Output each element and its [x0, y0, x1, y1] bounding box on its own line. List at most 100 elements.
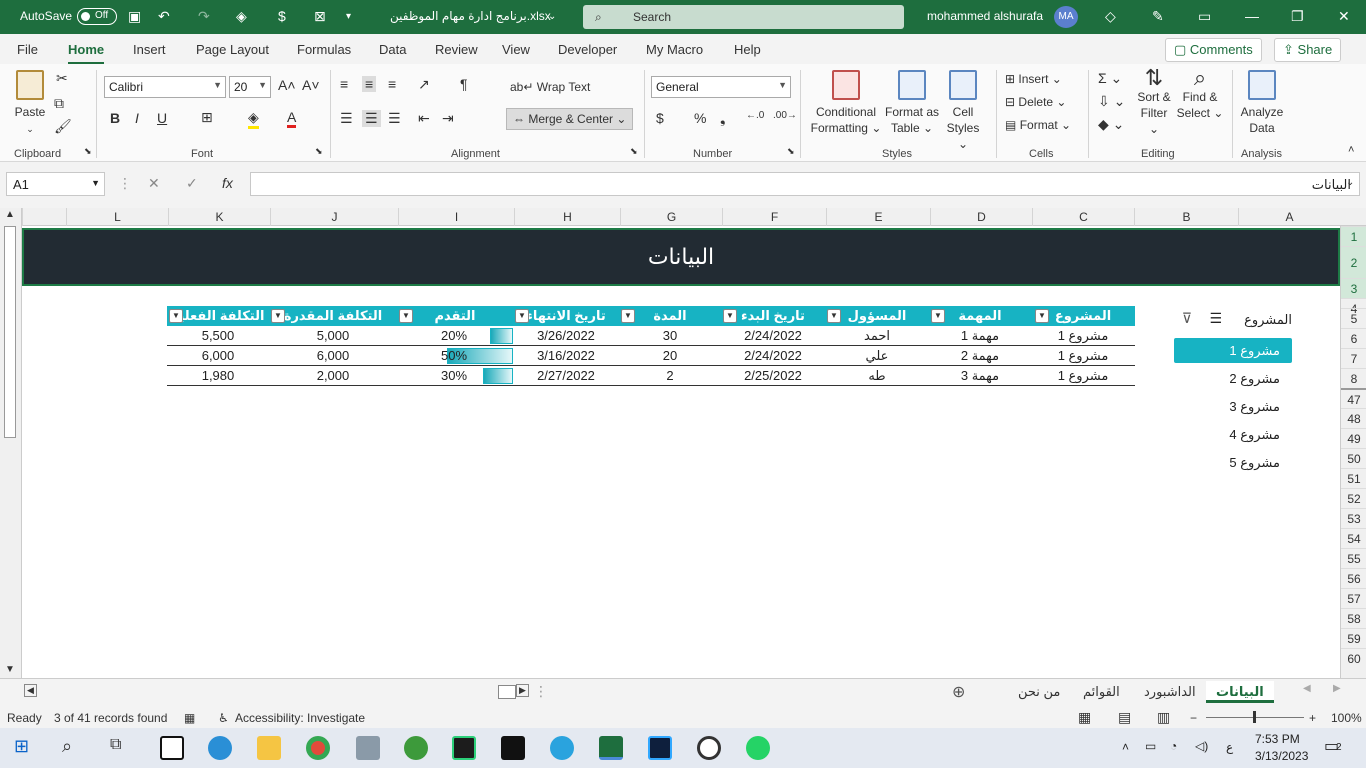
zoom-in-icon[interactable]: +: [1309, 711, 1316, 725]
column-header[interactable]: B: [1134, 208, 1238, 226]
column-header[interactable]: E: [826, 208, 930, 226]
align-left-icon[interactable]: ☰: [340, 110, 353, 127]
format-cells-button[interactable]: ▤ Format ⌄: [1005, 118, 1071, 132]
filter-dropdown-icon[interactable]: ▼: [169, 309, 183, 323]
cell-styles-button[interactable]: Cell Styles ⌄: [940, 70, 986, 152]
row-header[interactable]: 3: [1341, 278, 1366, 298]
slicer-item[interactable]: مشروع 4: [1174, 422, 1292, 447]
column-header[interactable]: C: [1032, 208, 1134, 226]
filter-dropdown-icon[interactable]: ▼: [399, 309, 413, 323]
column-header[interactable]: I: [398, 208, 514, 226]
cell-start-date[interactable]: 2/25/2022: [721, 366, 825, 386]
prev-sheet-icon[interactable]: ◀: [1303, 683, 1311, 694]
borders-icon[interactable]: ⊞: [201, 109, 213, 126]
cell-project[interactable]: مشروع 1: [1031, 326, 1135, 346]
cell-actual-cost[interactable]: 5,500: [167, 326, 269, 346]
collapse-ribbon-icon[interactable]: ˄: [1348, 144, 1354, 156]
page-layout-view-icon[interactable]: ▤: [1118, 709, 1131, 726]
macro-record-icon[interactable]: ▦: [184, 711, 195, 725]
cell-start-date[interactable]: 2/24/2022: [721, 326, 825, 346]
row-header[interactable]: 54: [1341, 528, 1366, 548]
calculator-icon[interactable]: [356, 736, 380, 760]
column-header[interactable]: F: [722, 208, 826, 226]
paste-button[interactable]: Paste ⌄: [10, 70, 50, 137]
cell-project[interactable]: مشروع 1: [1031, 366, 1135, 386]
filter-dropdown-icon[interactable]: ▼: [931, 309, 945, 323]
table-row[interactable]: مشروع 1 مهمة 1 احمد 2/24/2022 30 3/26/20…: [167, 326, 1135, 346]
delete-cells-button[interactable]: ⊟ Delete ⌄: [1005, 95, 1066, 109]
tray-expand-icon[interactable]: ˄: [1122, 740, 1129, 754]
decrease-font-icon[interactable]: A˅: [302, 77, 320, 93]
cell-progress[interactable]: 20%: [433, 326, 475, 346]
zoom-slider-thumb[interactable]: [1253, 711, 1256, 723]
status-accessibility[interactable]: Accessibility: Investigate: [235, 711, 365, 725]
telegram-icon[interactable]: [550, 736, 574, 760]
underline-button[interactable]: U: [157, 110, 167, 126]
pen-icon[interactable]: ✎: [1152, 8, 1164, 25]
bold-button[interactable]: B: [110, 110, 120, 126]
filter-dropdown-icon[interactable]: ▼: [723, 309, 737, 323]
save-icon[interactable]: ▣: [128, 8, 141, 25]
fill-color-icon[interactable]: ◈: [248, 109, 259, 129]
filter-dropdown-icon[interactable]: ▼: [621, 309, 635, 323]
row-header[interactable]: 6: [1341, 328, 1366, 348]
font-color-icon[interactable]: A: [287, 109, 297, 128]
menu-data[interactable]: Data: [379, 42, 406, 57]
select-all-corner[interactable]: [1340, 208, 1366, 226]
cell-end-date[interactable]: 3/26/2022: [513, 326, 619, 346]
font-size-select[interactable]: 20 ▼: [229, 76, 271, 98]
menu-formulas[interactable]: Formulas: [297, 42, 351, 57]
cell-end-date[interactable]: 2/27/2022: [513, 366, 619, 386]
column-header[interactable]: D: [930, 208, 1032, 226]
cell-actual-cost[interactable]: 1,980: [167, 366, 269, 386]
notion-icon[interactable]: [160, 736, 184, 760]
menu-help[interactable]: Help: [734, 42, 761, 57]
sheet-tab[interactable]: من نحن: [1008, 681, 1070, 703]
sort-filter-button[interactable]: ⇅ Sort & Filter ⌄: [1134, 67, 1174, 137]
scroll-left-icon[interactable]: ◀: [24, 684, 37, 697]
accessibility-icon[interactable]: ♿: [218, 711, 229, 725]
cell-project[interactable]: مشروع 1: [1031, 346, 1135, 366]
percent-icon[interactable]: %: [694, 110, 706, 126]
cell-estimated-cost[interactable]: 5,000: [269, 326, 397, 346]
ribbon-display-icon[interactable]: ▭: [1198, 8, 1211, 25]
avatar[interactable]: MA: [1054, 6, 1078, 28]
slicer-item[interactable]: مشروع 2: [1174, 366, 1292, 391]
filter-dropdown-icon[interactable]: ▼: [271, 309, 285, 323]
share-button[interactable]: ⇪ Share: [1274, 38, 1342, 62]
sheet-tab-active[interactable]: البيانات: [1206, 681, 1274, 703]
premium-diamond-icon[interactable]: ◇: [1105, 8, 1116, 25]
minimize-icon[interactable]: —: [1245, 8, 1259, 24]
row-header[interactable]: 8: [1341, 368, 1366, 388]
conditional-formatting-button[interactable]: Conditional Formatting ⌄: [808, 70, 884, 136]
chrome-icon[interactable]: [306, 736, 330, 760]
format-painter-icon[interactable]: 🖌: [54, 118, 72, 135]
menu-my-macro[interactable]: My Macro: [646, 42, 703, 57]
filter-active-icon[interactable]: ▼: [1035, 309, 1049, 323]
menu-view[interactable]: View: [502, 42, 530, 57]
cell-task[interactable]: مهمة 2: [929, 346, 1031, 366]
yandex-icon[interactable]: [697, 736, 721, 760]
whatsapp-icon[interactable]: [746, 736, 770, 760]
menu-home[interactable]: Home: [68, 42, 105, 65]
menu-review[interactable]: Review: [435, 42, 478, 57]
cell-owner[interactable]: طه: [825, 366, 929, 386]
sheet-tab[interactable]: القوائم: [1073, 681, 1130, 703]
column-header[interactable]: L: [66, 208, 168, 226]
horizontal-scrollbar[interactable]: [40, 687, 498, 699]
terminal-icon[interactable]: [501, 736, 525, 760]
increase-font-icon[interactable]: A˄: [278, 77, 296, 93]
name-box[interactable]: A1 ▼: [6, 172, 105, 196]
align-middle-icon[interactable]: ≡: [362, 76, 377, 92]
column-header[interactable]: G: [620, 208, 722, 226]
clear-icon[interactable]: ◆ ⌄: [1098, 116, 1124, 133]
row-header[interactable]: 50: [1341, 448, 1366, 468]
cell-actual-cost[interactable]: 6,000: [167, 346, 269, 366]
fill-color-qat-icon[interactable]: ◈: [236, 8, 247, 25]
menu-developer[interactable]: Developer: [558, 42, 617, 57]
photoshop-icon[interactable]: [648, 736, 672, 760]
increase-indent-icon[interactable]: ⇥: [442, 110, 454, 127]
column-header[interactable]: J: [270, 208, 398, 226]
font-name-select[interactable]: Calibri ▼: [104, 76, 226, 98]
vertical-scrollbar[interactable]: ▲ ▼: [0, 208, 22, 678]
